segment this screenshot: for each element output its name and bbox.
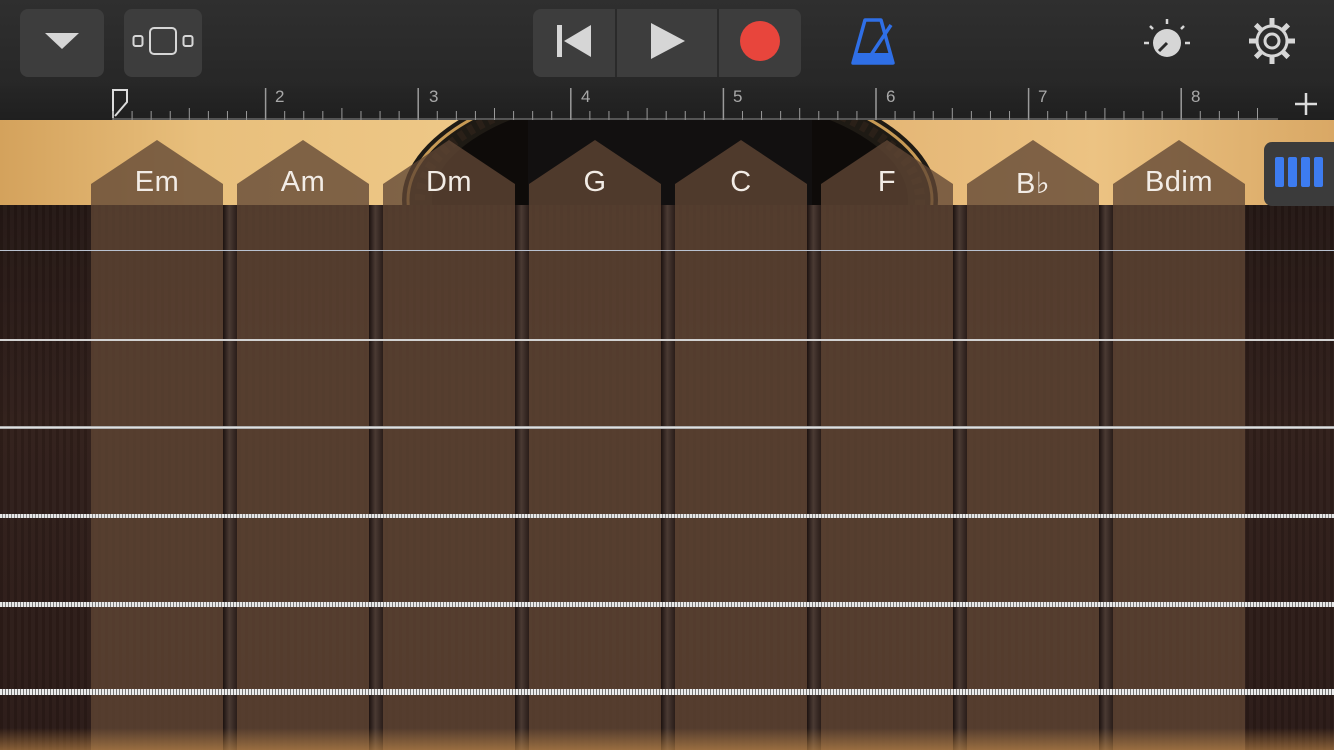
ruler-bar-number: 8 [1191, 87, 1201, 106]
guitar-string-6[interactable] [0, 689, 1334, 695]
guitar-string-3[interactable] [0, 426, 1334, 429]
fret-bar [807, 205, 821, 750]
ruler-bar-number: 5 [733, 87, 743, 106]
dropdown-triangle-icon [44, 31, 80, 56]
chord-label: Dm [425, 166, 473, 198]
go-to-beginning-icon [554, 21, 594, 66]
master-effects-knob-icon [1142, 16, 1192, 71]
chord-strip-em[interactable] [91, 140, 223, 750]
chord-label: B♭ [1015, 168, 1051, 200]
master-effects-button[interactable] [1142, 18, 1192, 68]
transport-controls [533, 9, 801, 77]
tracks-view-icon [132, 26, 194, 61]
fret-bar [515, 205, 529, 750]
ruler-bar-number: 3 [429, 87, 439, 106]
control-bar [0, 0, 1334, 86]
guitar-string-2[interactable] [0, 339, 1334, 341]
notes-chords-toggle[interactable] [1264, 142, 1334, 206]
ruler-bar-number: 7 [1038, 87, 1048, 106]
chord-label: Em [134, 166, 180, 198]
chord-strip-am[interactable] [237, 140, 369, 750]
chord-strip-dm[interactable] [383, 140, 515, 750]
record-icon [739, 20, 781, 67]
metronome-button[interactable] [848, 17, 898, 70]
guitar-string-4[interactable] [0, 514, 1334, 518]
fret-bar [953, 205, 967, 750]
go-to-beginning-button[interactable] [533, 9, 615, 77]
add-section-button[interactable] [1292, 90, 1320, 118]
chord-strip-c[interactable] [675, 140, 807, 750]
ruler-bar-number: 2 [275, 87, 285, 106]
record-button[interactable] [719, 9, 801, 77]
chord-label: F [877, 166, 897, 198]
chord-strip-g[interactable] [529, 140, 661, 750]
gear-icon [1247, 16, 1297, 71]
chord-strip-bdim[interactable] [1113, 140, 1245, 750]
timeline-ruler[interactable] [0, 86, 1334, 120]
chord-strip-f[interactable] [821, 140, 953, 750]
chord-label: Am [280, 166, 326, 198]
playhead-marker [112, 89, 128, 118]
bottom-wood-edge [0, 728, 1334, 750]
guitar-string-1[interactable] [0, 250, 1334, 251]
fret-bar [223, 205, 237, 750]
chord-label: Bdim [1144, 166, 1214, 198]
notes-mode-bars-icon [1274, 155, 1324, 194]
chord-label: G [583, 166, 607, 198]
ruler-bar-number: 4 [581, 87, 591, 106]
fret-bar [1099, 205, 1113, 750]
tracks-view-button[interactable] [124, 9, 202, 77]
fret-bar [369, 205, 383, 750]
metronome-icon [851, 17, 895, 70]
chord-strip-bb[interactable] [967, 140, 1099, 750]
settings-button[interactable] [1246, 17, 1298, 69]
ruler-bar-number: 6 [886, 87, 896, 106]
browser-button[interactable] [20, 9, 104, 77]
play-icon [647, 21, 687, 66]
fret-bar [661, 205, 675, 750]
chord-label: C [730, 166, 752, 198]
guitar-string-5[interactable] [0, 602, 1334, 607]
play-button[interactable] [617, 9, 717, 77]
